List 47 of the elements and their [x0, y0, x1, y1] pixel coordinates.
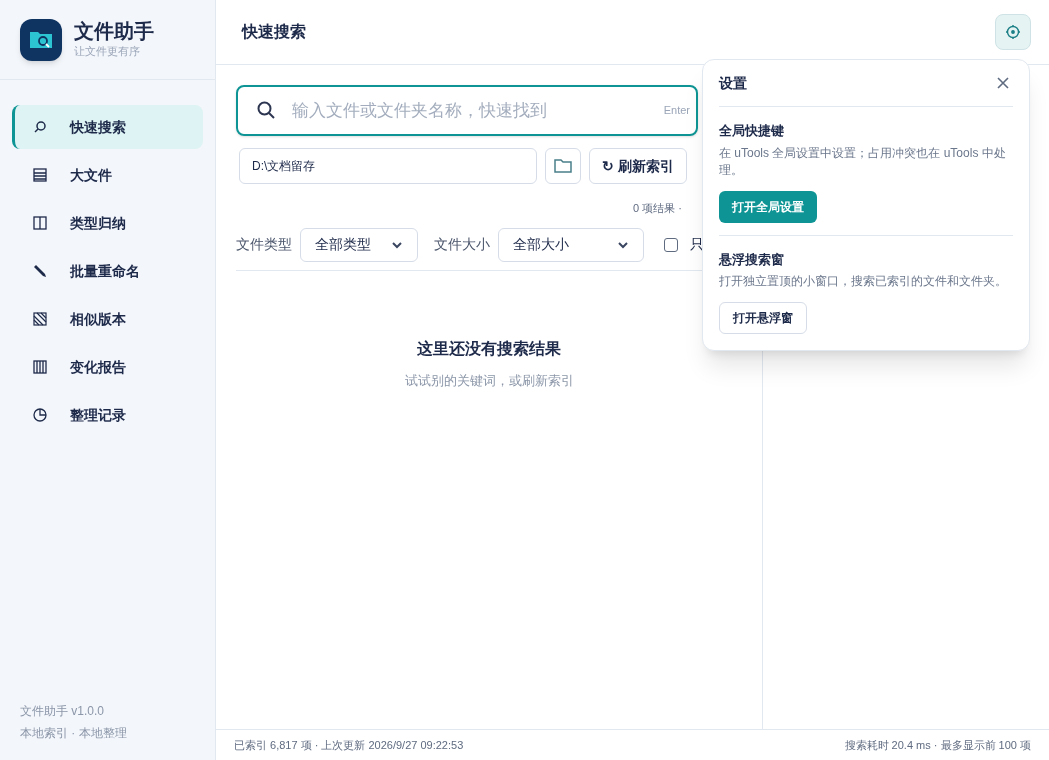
- close-icon: [997, 77, 1009, 89]
- nav-item[interactable]: 变化报告: [12, 345, 203, 389]
- app-name: 文件助手: [74, 19, 154, 44]
- section-heading: 全局快捷键: [719, 122, 784, 140]
- nav-item[interactable]: 整理记录: [12, 393, 203, 437]
- columns-icon: [32, 215, 48, 231]
- settings-button[interactable]: [995, 14, 1031, 50]
- section-description: 打开独立置顶的小窗口，搜索已索引的文件和文件夹。: [719, 273, 1007, 290]
- bars-icon: [32, 359, 48, 375]
- empty-title: 这里还没有搜索结果: [417, 338, 561, 359]
- empty-subtitle: 试试别的关键词，或刷新索引: [404, 371, 574, 390]
- filter-label: 文件类型: [236, 235, 292, 254]
- checkbox-label: 只: [690, 235, 704, 254]
- app-tagline: 让文件更有序: [74, 44, 141, 60]
- folder-icon: [554, 159, 572, 173]
- section-heading: 悬浮搜索窗: [719, 250, 784, 269]
- nav-item[interactable]: 类型归纳: [12, 201, 203, 245]
- open-float-window-button[interactable]: 打开悬浮窗: [719, 302, 807, 334]
- result-count: 0 项结果 ·: [633, 201, 682, 216]
- only-checkbox[interactable]: [664, 237, 678, 252]
- refresh-index-button[interactable]: ↻ 刷新索引: [589, 148, 687, 184]
- status-left: 已索引 6,817 项 · 上次更新 2026/9/27 09:22:53: [234, 737, 464, 753]
- list-icon: [32, 167, 48, 183]
- filter-label: 文件大小: [434, 235, 490, 254]
- pencil-icon: [32, 263, 48, 279]
- filter-select[interactable]: 全部类型: [300, 227, 418, 262]
- browse-folder-button[interactable]: [545, 148, 581, 184]
- clock-icon: [32, 407, 48, 423]
- status-right: 搜索耗时 20.4 ms · 最多显示前 100 项: [844, 737, 1031, 753]
- open-global-settings-button[interactable]: 打开全局设置: [719, 190, 817, 223]
- folder-search-icon: [29, 29, 53, 50]
- section-description: 在 uTools 全局设置中设置；占用冲突也在 uTools 中处理。: [719, 144, 1007, 179]
- search-icon: [32, 119, 48, 135]
- filter-select[interactable]: 全部大小: [498, 227, 644, 262]
- nav-item[interactable]: 批量重命名: [12, 249, 203, 293]
- search-icon: [256, 100, 276, 120]
- popover-title: 设置: [719, 73, 747, 93]
- settings-icon: [1005, 24, 1021, 40]
- sidebar-footer-text: 本地索引 · 本地整理: [20, 725, 128, 742]
- sidebar-footer-text: 文件助手 v1.0.0: [20, 703, 106, 720]
- nav-item[interactable]: 大文件: [12, 153, 203, 197]
- enter-hint: Enter: [663, 103, 690, 118]
- hatched-square-icon: [32, 311, 48, 327]
- page-title: 快速搜索: [242, 22, 306, 42]
- nav-item[interactable]: 快速搜索: [12, 105, 203, 149]
- path-field[interactable]: D:\文档留存: [239, 148, 537, 184]
- nav-item[interactable]: 相似版本: [12, 297, 203, 341]
